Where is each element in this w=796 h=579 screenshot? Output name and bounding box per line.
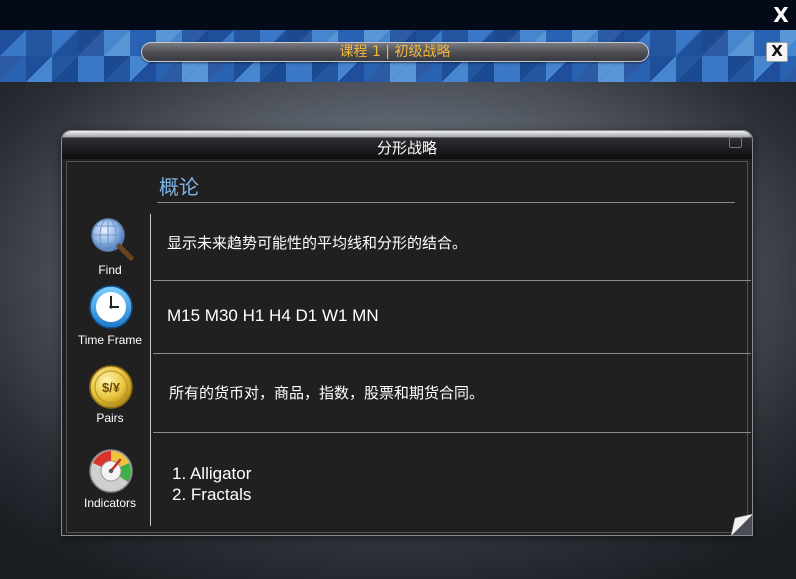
row-divider	[153, 432, 751, 433]
panel-content: 概论 Find 显示未来趋势可能性的平均线和分形的结合。 Time Frame …	[66, 161, 751, 533]
coin-text: $/¥	[102, 380, 121, 395]
page-curl-corner	[731, 514, 752, 535]
indicator-item: 2. Fractals	[172, 485, 252, 504]
indicator-item: 1. Alligator	[172, 464, 252, 483]
row-label-find: Find	[98, 263, 122, 277]
clock-icon	[86, 282, 136, 332]
row-divider	[153, 353, 751, 354]
row-label-pairs: Pairs	[96, 411, 124, 425]
row-label-time-frame: Time Frame	[77, 333, 143, 347]
row-divider	[153, 280, 751, 281]
banner-close-button[interactable]: X	[766, 42, 788, 62]
section-title: 概论	[159, 175, 199, 199]
currency-coin-icon: $/¥	[86, 362, 136, 412]
top-bar: X	[0, 0, 796, 30]
row-text-pairs: 所有的货币对，商品，指数，股票和期货合同。	[169, 384, 485, 402]
row-text-find: 显示未来趋势可能性的平均线和分形的结合。	[167, 234, 468, 252]
panel-header: 分形战略	[62, 131, 752, 159]
magnifier-globe-icon	[87, 214, 137, 264]
course-title: 课程 1 | 初级战略	[339, 44, 451, 60]
panel-title: 分形战略	[376, 139, 437, 157]
section-divider	[157, 202, 735, 203]
course-title-bar: 课程 1 | 初级战略	[141, 42, 649, 62]
strategy-panel: 分形战略 概论 Find 显示未来趋势可能性的平均线和分形的结合。 Time F…	[61, 130, 753, 536]
gauge-icon	[86, 446, 136, 496]
window-close-button[interactable]: X	[771, 4, 791, 26]
column-divider	[150, 214, 151, 526]
row-text-time-frame: M15 M30 H1 H4 D1 W1 MN	[167, 306, 379, 325]
panel-minimize-button[interactable]	[729, 137, 742, 148]
row-label-indicators: Indicators	[83, 496, 137, 510]
